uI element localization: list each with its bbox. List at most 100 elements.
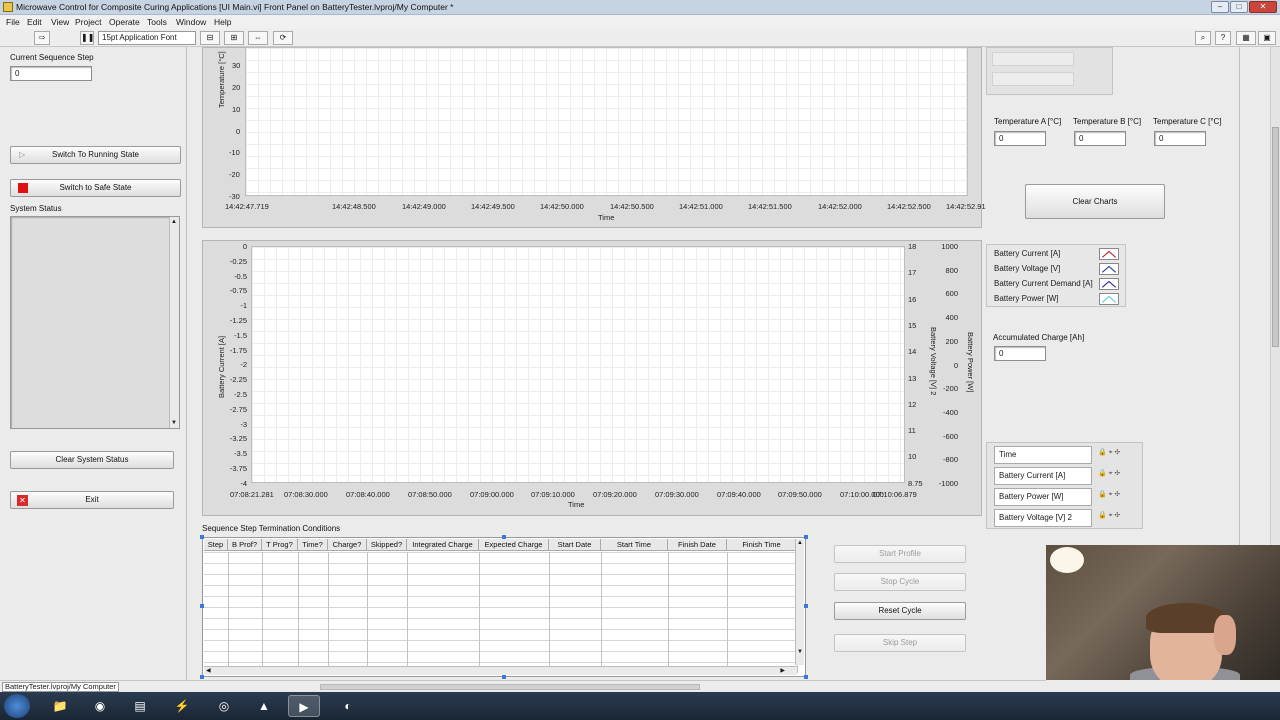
- table-column-header[interactable]: Finish Date: [668, 539, 727, 551]
- legend-swatch-current[interactable]: [1099, 248, 1119, 260]
- selection-handle[interactable]: [804, 604, 808, 608]
- temp-y-tick: 30: [232, 61, 241, 70]
- legend-swatch-current-demand[interactable]: [1099, 278, 1119, 290]
- selection-handle[interactable]: [502, 535, 506, 539]
- cursor-controls-icon[interactable]: 🔒 ⌖ ✣: [1098, 511, 1120, 520]
- legend-swatch-power[interactable]: [1099, 293, 1119, 305]
- battery-voltage-tick: 17: [908, 268, 917, 278]
- exit-button[interactable]: ✕ Exit: [10, 491, 174, 509]
- legend-swatch-voltage[interactable]: [1099, 263, 1119, 275]
- status-bar: BatteryTester.lvproj/My Computer: [0, 680, 1046, 692]
- system-status-list[interactable]: ▲ ▼: [10, 216, 180, 429]
- table-column-header[interactable]: Charge?: [328, 539, 367, 551]
- temp-y-tick: -10: [229, 148, 240, 157]
- explorer-taskbar-icon[interactable]: 📁: [44, 695, 76, 717]
- menu-window[interactable]: Window: [176, 17, 206, 27]
- table-column-header[interactable]: Time?: [298, 539, 328, 551]
- plot-legend[interactable]: Battery Current [A] Battery Voltage [V] …: [986, 244, 1126, 307]
- table-horizontal-scrollbar[interactable]: ◀ ▶: [204, 666, 797, 675]
- font-select[interactable]: 15pt Application Font: [98, 31, 196, 45]
- reset-cycle-button[interactable]: Reset Cycle: [834, 602, 966, 620]
- table-column-header[interactable]: Skipped?: [367, 539, 407, 551]
- temp-x-tick: 14:42:47.719: [225, 202, 269, 211]
- table-column-header[interactable]: Start Date: [549, 539, 601, 551]
- chrome-taskbar-icon[interactable]: ◉: [84, 695, 116, 717]
- pdf-taskbar-icon[interactable]: ▲: [248, 695, 280, 717]
- run-arrow-icon[interactable]: ⇨: [34, 31, 50, 45]
- table-column-header[interactable]: Finish Time: [727, 539, 797, 551]
- table-column-header[interactable]: Start Time: [601, 539, 668, 551]
- selection-handle[interactable]: [804, 675, 808, 679]
- menu-project[interactable]: Project: [75, 17, 101, 27]
- labview-taskbar-icon[interactable]: ⚡: [166, 695, 198, 717]
- panel-horizontal-scrollbar[interactable]: [320, 684, 700, 690]
- distribute-icon[interactable]: ⊞: [224, 31, 244, 45]
- table-column-header[interactable]: Expected Charge: [479, 539, 549, 551]
- selection-handle[interactable]: [200, 604, 204, 608]
- pause-icon[interactable]: ❚❚: [80, 31, 94, 45]
- sequence-step-table[interactable]: Step B Prof? T Prog? Time? Charge? Skipped? In…: [202, 537, 806, 677]
- help-icon[interactable]: ?: [1215, 31, 1231, 45]
- stop-cycle-button[interactable]: Stop Cycle: [834, 573, 966, 591]
- battery-time-tick: 07:09:10.000: [531, 490, 575, 499]
- spreadsheet-taskbar-icon[interactable]: ▤: [124, 695, 156, 717]
- menu-file[interactable]: File: [6, 17, 20, 27]
- menu-tools[interactable]: Tools: [147, 17, 167, 27]
- start-button[interactable]: [4, 694, 30, 718]
- cursor-controls-icon[interactable]: 🔒 ⌖ ✣: [1098, 469, 1120, 478]
- labview-vi-taskbar-icon[interactable]: ▶: [288, 695, 320, 717]
- menu-view[interactable]: View: [51, 17, 69, 27]
- accumulated-charge-indicator: 0: [994, 346, 1046, 361]
- battery-time-tick: 07:09:40.000: [717, 490, 761, 499]
- cursor-row-voltage[interactable]: Battery Voltage [V] 2: [994, 509, 1092, 527]
- left-divider: [186, 47, 187, 680]
- menu-help[interactable]: Help: [214, 17, 231, 27]
- reorder-icon[interactable]: ⟳: [273, 31, 293, 45]
- close-button[interactable]: ✕: [1249, 1, 1277, 13]
- table-column-header[interactable]: Integrated Charge: [407, 539, 479, 551]
- maximize-button[interactable]: □: [1230, 1, 1248, 13]
- cursor-controls-icon[interactable]: 🔒 ⌖ ✣: [1098, 490, 1120, 499]
- resize-icon[interactable]: ⇔: [248, 31, 268, 45]
- cursor-controls-icon[interactable]: 🔒 ⌖ ✣: [1098, 448, 1120, 457]
- temp-c-label: Temperature C [°C]: [1153, 117, 1222, 126]
- search-icon[interactable]: ⌕: [1195, 31, 1211, 45]
- table-column-header[interactable]: B Prof?: [228, 539, 262, 551]
- start-profile-button[interactable]: Start Profile: [834, 545, 966, 563]
- media-taskbar-icon[interactable]: ◐: [332, 695, 364, 717]
- battery-time-tick: 07:09:30.000: [655, 490, 699, 499]
- selection-handle[interactable]: [804, 535, 808, 539]
- table-vertical-scrollbar[interactable]: ▲ ▼: [795, 539, 804, 665]
- cursor-legend[interactable]: Time Battery Current [A] Battery Power […: [986, 442, 1143, 529]
- align-icon[interactable]: ⊟: [200, 31, 220, 45]
- switch-running-button[interactable]: ▷ Switch To Running State: [10, 146, 181, 164]
- menu-edit[interactable]: Edit: [27, 17, 42, 27]
- play-icon: ▷: [19, 150, 26, 159]
- browser-taskbar-icon[interactable]: ◎: [208, 695, 240, 717]
- vi-icon[interactable]: ▣: [1258, 31, 1276, 45]
- selection-handle[interactable]: [502, 675, 506, 679]
- clear-system-status-button[interactable]: Clear System Status: [10, 451, 174, 469]
- battery-plot-area[interactable]: [251, 246, 905, 483]
- table-body[interactable]: [204, 552, 797, 673]
- selection-handle[interactable]: [200, 535, 204, 539]
- menu-operate[interactable]: Operate: [109, 17, 140, 27]
- connector-pane-icon[interactable]: ▦: [1236, 31, 1256, 45]
- clear-charts-button[interactable]: Clear Charts: [1025, 184, 1165, 219]
- table-column-header[interactable]: Step: [204, 539, 228, 551]
- temp-x-tick: 14:42:49.000: [402, 202, 446, 211]
- table-column-header[interactable]: T Prog?: [262, 539, 298, 551]
- cursor-row-time[interactable]: Time: [994, 446, 1092, 464]
- battery-time-tick: 07:08:50.000: [408, 490, 452, 499]
- cursor-row-power[interactable]: Battery Power [W]: [994, 488, 1092, 506]
- battery-current-tick: 0: [242, 242, 247, 251]
- minimize-button[interactable]: –: [1211, 1, 1229, 13]
- switch-safe-label: Switch to Safe State: [59, 183, 132, 192]
- cursor-row-current[interactable]: Battery Current [A]: [994, 467, 1092, 485]
- selection-handle[interactable]: [200, 675, 204, 679]
- switch-safe-button[interactable]: Switch to Safe State: [10, 179, 181, 197]
- temperature-plot-area[interactable]: [245, 47, 968, 196]
- skip-step-button[interactable]: Skip Step: [834, 634, 966, 652]
- system-status-scrollbar[interactable]: ▲ ▼: [169, 217, 179, 428]
- battery-current-tick: -3.75: [229, 464, 247, 473]
